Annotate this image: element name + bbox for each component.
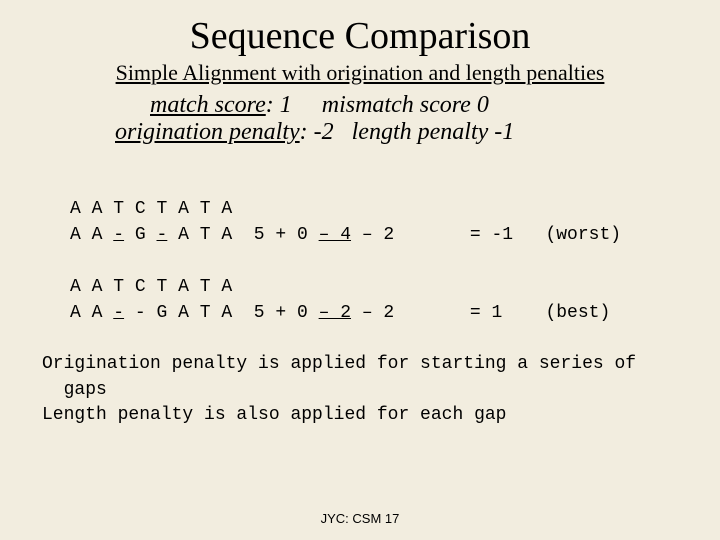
a1-r2-c1: A — [92, 225, 103, 245]
a2-r1-c7: A — [221, 277, 232, 297]
a2-r1-c3: C — [135, 277, 146, 297]
origination-label: origination penalty — [115, 119, 300, 145]
length-label: length penalty — [352, 119, 489, 145]
a1-r2-c6: T — [200, 225, 211, 245]
match-value: : 1 — [266, 92, 292, 118]
a2-r1-c6: T — [200, 277, 211, 297]
params-line-1: match score: 1 mismatch score 0 — [0, 92, 720, 119]
explain-block: Origination penalty is applied for start… — [0, 352, 720, 428]
a1-calc-pre: 5 + 0 — [254, 225, 319, 245]
explain-line-1: Origination penalty is applied for start… — [42, 354, 636, 374]
a2-calc-post: – 2 = 1 (best) — [351, 303, 610, 323]
a1-r2-c5: A — [178, 225, 189, 245]
mismatch-label: mismatch score — [322, 92, 471, 118]
explain-line-3: Length penalty is also applied for each … — [42, 405, 506, 425]
slide: Sequence Comparison Simple Alignment wit… — [0, 0, 720, 540]
a2-r2-c0: A — [70, 303, 81, 323]
a1-r1-c7: A — [221, 199, 232, 219]
a2-r1-c1: A — [92, 277, 103, 297]
a2-calc-mid: – 2 — [319, 303, 351, 323]
a1-r1-c3: C — [135, 199, 146, 219]
alignment-examples: A A T C T A T A A A - G - A T A 5 + 0 – … — [0, 196, 720, 326]
a2-r2-c5: A — [178, 303, 189, 323]
page-subtitle: Simple Alignment with origination and le… — [0, 60, 720, 86]
a1-r1-c4: T — [157, 199, 168, 219]
a2-r1-c2: T — [113, 277, 124, 297]
a2-r1-c5: A — [178, 277, 189, 297]
a1-r2-c0: A — [70, 225, 81, 245]
a1-r2-c7: A — [221, 225, 232, 245]
a2-r2-c1: A — [92, 303, 103, 323]
a1-r2-c4: - — [157, 225, 168, 245]
explain-line-2: gaps — [42, 380, 107, 400]
a1-calc-post: – 2 = -1 (worst) — [351, 225, 621, 245]
a1-r1-c1: A — [92, 199, 103, 219]
a2-r1-c0: A — [70, 277, 81, 297]
a1-calc-mid: – 4 — [319, 225, 351, 245]
a1-r1-c5: A — [178, 199, 189, 219]
a2-r2-c7: A — [221, 303, 232, 323]
a1-r1-c2: T — [113, 199, 124, 219]
params-line-2: origination penalty: -2 length penalty -… — [0, 119, 720, 146]
slide-footer: JYC: CSM 17 — [0, 511, 720, 526]
match-label: match score — [150, 92, 266, 118]
mismatch-value: 0 — [471, 92, 489, 118]
a2-calc-pre: 5 + 0 — [254, 303, 319, 323]
params-block: match score: 1 mismatch score 0 originat… — [0, 92, 720, 146]
a2-r2-c2: - — [113, 303, 124, 323]
page-title: Sequence Comparison — [0, 0, 720, 58]
a2-r2-c4: G — [157, 303, 168, 323]
a1-r1-c0: A — [70, 199, 81, 219]
origination-value: : -2 — [300, 119, 334, 145]
a2-r2-c6: T — [200, 303, 211, 323]
a1-r1-c6: T — [200, 199, 211, 219]
a2-r1-c4: T — [157, 277, 168, 297]
length-value: -1 — [488, 119, 514, 145]
a1-r2-c3: G — [135, 225, 146, 245]
a1-r2-c2: - — [113, 225, 124, 245]
a2-r2-c3: - — [135, 303, 146, 323]
